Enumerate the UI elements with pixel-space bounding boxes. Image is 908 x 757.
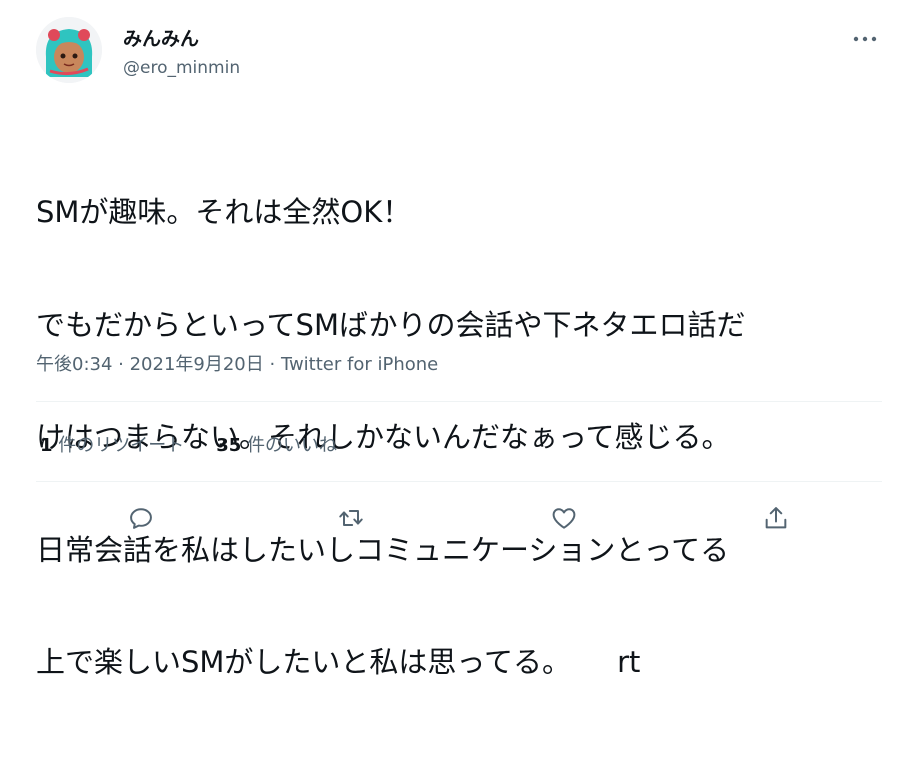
share-button[interactable]	[756, 498, 796, 538]
share-icon	[765, 507, 787, 529]
likes-stat[interactable]: 35 件のいいね	[216, 431, 337, 457]
tweet-date[interactable]: 2021年9月20日	[130, 354, 264, 375]
handle[interactable]: @ero_minmin	[123, 58, 240, 78]
display-name[interactable]: みんみん	[123, 24, 199, 51]
retweets-count: 1	[40, 435, 53, 456]
meta-separator: ·	[112, 354, 130, 375]
divider	[36, 401, 882, 402]
tweet-stats: 1 件のリツイート 35 件のいいね	[40, 431, 337, 457]
reply-button[interactable]	[121, 498, 161, 538]
like-icon	[552, 508, 576, 529]
tweet-source[interactable]: Twitter for iPhone	[281, 354, 438, 375]
like-button[interactable]	[544, 498, 584, 538]
action-bar	[0, 498, 908, 538]
likes-count: 35	[216, 435, 242, 456]
retweets-stat[interactable]: 1 件のリツイート	[40, 431, 184, 457]
meta-separator: ·	[263, 354, 281, 375]
retweet-button[interactable]	[331, 498, 371, 538]
tweet-time[interactable]: 午後0:34	[36, 354, 112, 375]
retweets-label: 件のリツイート	[52, 435, 185, 456]
more-icon	[853, 36, 877, 42]
retweet-icon	[339, 510, 363, 526]
tweet-meta: 午後0:34 · 2021年9月20日 · Twitter for iPhone	[36, 350, 438, 376]
tweet-text-line: SMが趣味。それは全然OK！	[36, 195, 412, 229]
reply-icon	[130, 508, 152, 529]
likes-label: 件のいいね	[241, 435, 338, 456]
avatar[interactable]	[36, 17, 102, 83]
avatar-image	[36, 17, 102, 83]
more-options-button[interactable]	[848, 26, 882, 52]
tweet-text-line: でもだからといってSMばかりの会話や下ネタエロ話だ	[36, 307, 746, 342]
tweet-card: みんみん @ero_minmin SMが趣味。それは全然OK！ でもだからといっ…	[0, 0, 908, 679]
divider	[36, 481, 882, 482]
tweet-text-line: 上で楽しいSMがしたいと私は思ってる。 rt	[36, 645, 641, 679]
